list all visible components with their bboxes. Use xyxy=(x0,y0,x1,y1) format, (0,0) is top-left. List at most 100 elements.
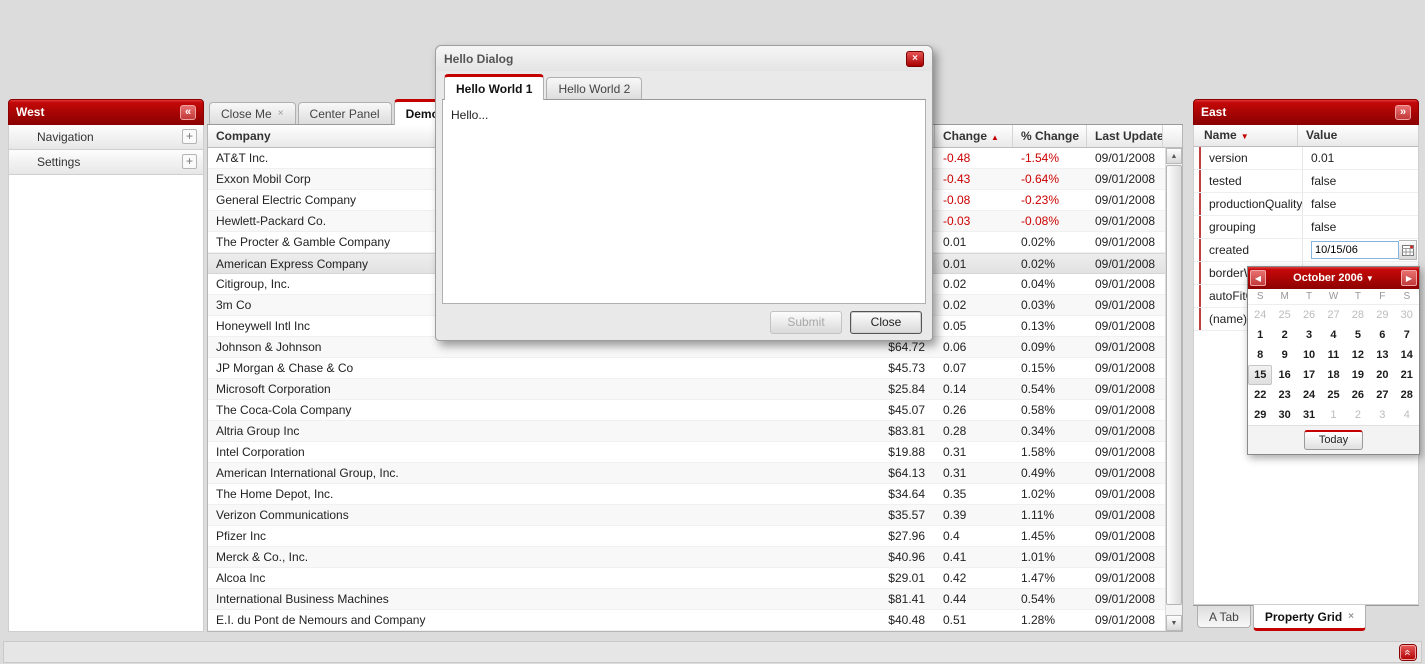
tab-close-me[interactable]: Close Me × xyxy=(209,102,296,124)
property-row[interactable]: version0.01 xyxy=(1194,147,1418,170)
scrollbar-thumb[interactable] xyxy=(1166,165,1182,605)
calendar-day[interactable]: 29 xyxy=(1370,305,1394,325)
cell-pct: 0.03% xyxy=(1013,295,1087,315)
calendar-day[interactable]: 7 xyxy=(1395,325,1419,345)
calendar-day[interactable]: 11 xyxy=(1321,345,1345,365)
cell-pct: -1.54% xyxy=(1013,148,1087,168)
table-row[interactable]: The Coca-Cola Company$45.070.260.58%09/0… xyxy=(208,400,1165,421)
cell-updated: 09/01/2008 xyxy=(1087,232,1163,252)
accordion-item-settings[interactable]: Settings + xyxy=(8,150,204,175)
calendar-day[interactable]: 9 xyxy=(1272,345,1296,365)
close-button[interactable]: Close xyxy=(850,311,922,334)
calendar-day[interactable]: 6 xyxy=(1370,325,1394,345)
close-tab-icon[interactable]: × xyxy=(1348,612,1354,622)
tab-hello-world-2[interactable]: Hello World 2 xyxy=(546,77,642,99)
expand-up-icon[interactable]: » xyxy=(1400,645,1416,660)
scroll-up-icon[interactable]: ▲ xyxy=(1166,148,1182,164)
calendar-day[interactable]: 12 xyxy=(1346,345,1370,365)
calendar-day[interactable]: 21 xyxy=(1395,365,1419,385)
expand-plus-icon[interactable]: + xyxy=(182,154,197,169)
cell-price: $25.84 xyxy=(845,379,935,399)
calendar-day[interactable]: 25 xyxy=(1272,305,1296,325)
calendar-day[interactable]: 13 xyxy=(1370,345,1394,365)
date-field[interactable] xyxy=(1311,241,1399,259)
calendar-day[interactable]: 1 xyxy=(1321,405,1345,425)
calendar-day[interactable]: 22 xyxy=(1248,385,1272,405)
calendar-day[interactable]: 18 xyxy=(1321,365,1345,385)
calendar-day[interactable]: 27 xyxy=(1370,385,1394,405)
calendar-day[interactable]: 20 xyxy=(1370,365,1394,385)
calendar-day[interactable]: 5 xyxy=(1346,325,1370,345)
calendar-icon[interactable] xyxy=(1399,240,1417,260)
table-row[interactable]: American International Group, Inc.$64.13… xyxy=(208,463,1165,484)
calendar-day[interactable]: 25 xyxy=(1321,385,1345,405)
calendar-day[interactable]: 26 xyxy=(1297,305,1321,325)
calendar-day[interactable]: 10 xyxy=(1297,345,1321,365)
today-button[interactable]: Today xyxy=(1304,430,1363,450)
table-row[interactable]: Altria Group Inc$83.810.280.34%09/01/200… xyxy=(208,421,1165,442)
calendar-day-selected[interactable]: 15 xyxy=(1248,365,1272,385)
prev-month-icon[interactable]: ◀ xyxy=(1250,270,1266,286)
tab-center-panel[interactable]: Center Panel xyxy=(298,102,392,124)
calendar-day[interactable]: 28 xyxy=(1395,385,1419,405)
calendar-day[interactable]: 30 xyxy=(1272,405,1296,425)
calendar-day[interactable]: 24 xyxy=(1248,305,1272,325)
property-row[interactable]: productionQualityfalse xyxy=(1194,193,1418,216)
property-row[interactable]: groupingfalse xyxy=(1194,216,1418,239)
column-header-name[interactable]: Name▼ xyxy=(1194,125,1298,146)
calendar-day[interactable]: 3 xyxy=(1297,325,1321,345)
table-row[interactable]: JP Morgan & Chase & Co$45.730.070.15%09/… xyxy=(208,358,1165,379)
collapse-right-icon[interactable]: » xyxy=(1395,105,1411,120)
property-row[interactable]: testedfalse xyxy=(1194,170,1418,193)
dialog-header[interactable]: Hello Dialog × xyxy=(436,46,932,71)
table-row[interactable]: Intel Corporation$19.880.311.58%09/01/20… xyxy=(208,442,1165,463)
table-row[interactable]: Verizon Communications$35.570.391.11%09/… xyxy=(208,505,1165,526)
calendar-day[interactable]: 8 xyxy=(1248,345,1272,365)
calendar-day[interactable]: 31 xyxy=(1297,405,1321,425)
calendar-day[interactable]: 30 xyxy=(1395,305,1419,325)
scroll-down-icon[interactable]: ▼ xyxy=(1166,615,1182,631)
close-icon[interactable]: × xyxy=(906,51,924,67)
tab-property-grid[interactable]: Property Grid × xyxy=(1253,605,1366,631)
grid-vertical-scrollbar[interactable]: ▲ ▼ xyxy=(1165,148,1182,631)
next-month-icon[interactable]: ▶ xyxy=(1401,270,1417,286)
cell-updated: 09/01/2008 xyxy=(1087,463,1163,483)
calendar-day[interactable]: 2 xyxy=(1346,405,1370,425)
calendar-day[interactable]: 14 xyxy=(1395,345,1419,365)
tab-a-tab[interactable]: A Tab xyxy=(1197,606,1251,628)
calendar-day[interactable]: 26 xyxy=(1346,385,1370,405)
calendar-day[interactable]: 1 xyxy=(1248,325,1272,345)
column-header-change[interactable]: Change▲ xyxy=(935,125,1013,147)
table-row[interactable]: International Business Machines$81.410.4… xyxy=(208,589,1165,610)
calendar-day[interactable]: 16 xyxy=(1272,365,1296,385)
calendar-day[interactable]: 27 xyxy=(1321,305,1345,325)
table-row[interactable]: Microsoft Corporation$25.840.140.54%09/0… xyxy=(208,379,1165,400)
collapse-left-icon[interactable]: « xyxy=(180,105,196,120)
table-row[interactable]: Alcoa Inc$29.010.421.47%09/01/2008 xyxy=(208,568,1165,589)
table-row[interactable]: E.I. du Pont de Nemours and Company$40.4… xyxy=(208,610,1165,631)
column-header-value[interactable]: Value xyxy=(1298,125,1418,146)
expand-plus-icon[interactable]: + xyxy=(182,129,197,144)
calendar-day[interactable]: 23 xyxy=(1272,385,1296,405)
calendar-day[interactable]: 4 xyxy=(1395,405,1419,425)
table-row[interactable]: The Home Depot, Inc.$34.640.351.02%09/01… xyxy=(208,484,1165,505)
calendar-day[interactable]: 28 xyxy=(1346,305,1370,325)
table-row[interactable]: Merck & Co., Inc.$40.960.411.01%09/01/20… xyxy=(208,547,1165,568)
table-row[interactable]: Pfizer Inc$27.960.41.45%09/01/2008 xyxy=(208,526,1165,547)
calendar-day[interactable]: 3 xyxy=(1370,405,1394,425)
property-row[interactable]: created xyxy=(1194,239,1418,262)
calendar-day[interactable]: 2 xyxy=(1272,325,1296,345)
cell-company: The Coca-Cola Company xyxy=(208,400,845,420)
calendar-day[interactable]: 29 xyxy=(1248,405,1272,425)
accordion-item-navigation[interactable]: Navigation + xyxy=(8,125,204,150)
submit-button[interactable]: Submit xyxy=(770,311,842,334)
month-year-button[interactable]: October 2006 ▼ xyxy=(1266,272,1401,284)
calendar-day[interactable]: 19 xyxy=(1346,365,1370,385)
tab-hello-world-1[interactable]: Hello World 1 xyxy=(444,74,544,100)
close-tab-icon[interactable]: × xyxy=(278,109,284,119)
column-header-last-updated[interactable]: Last Updated xyxy=(1087,125,1163,147)
calendar-day[interactable]: 4 xyxy=(1321,325,1345,345)
calendar-day[interactable]: 24 xyxy=(1297,385,1321,405)
calendar-day[interactable]: 17 xyxy=(1297,365,1321,385)
column-header-pct-change[interactable]: % Change xyxy=(1013,125,1087,147)
